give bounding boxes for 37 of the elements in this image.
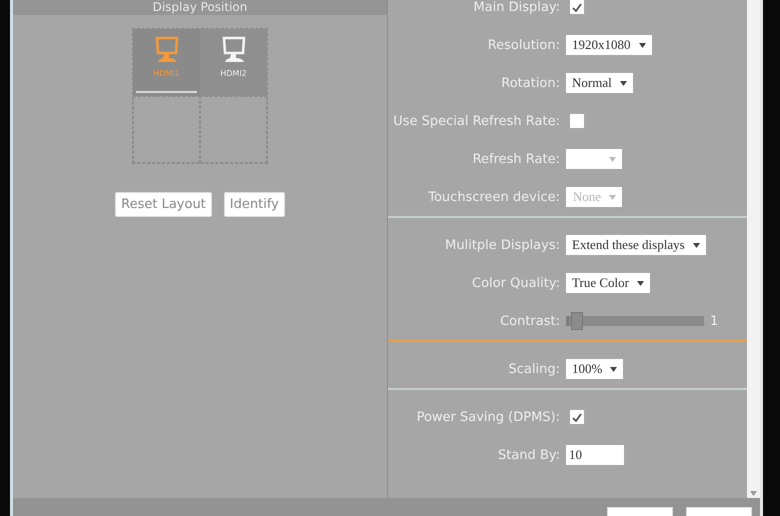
caret-icon	[609, 156, 616, 162]
setting-label: Refresh Rate:	[472, 152, 561, 166]
dropdown[interactable]: Extend these displays	[566, 235, 706, 255]
setting-label: Color Quality:	[471, 276, 561, 290]
dropdown[interactable]: Normal	[566, 73, 633, 93]
caret-icon	[638, 42, 646, 48]
setting-label: Contrast:	[499, 314, 561, 328]
blank-button[interactable]	[686, 507, 752, 516]
dropdown[interactable]: 1920x1080	[566, 35, 652, 55]
setting-label: Stand By:	[497, 448, 561, 462]
dropdown[interactable]: 100%	[566, 359, 624, 379]
setting-label: Resolution:	[486, 38, 561, 52]
setting-label: Touchscreen device:	[427, 190, 561, 204]
blank-button[interactable]	[607, 507, 673, 516]
setting-label: Mulitple Displays:	[444, 238, 561, 252]
caret-icon	[620, 80, 627, 86]
slider-value: 1	[710, 314, 718, 328]
caret-icon	[610, 366, 618, 372]
checkbox[interactable]	[570, 114, 584, 128]
setting-label: Rotation:	[500, 76, 561, 90]
setting-label: Main Display:	[472, 0, 561, 14]
checkbox[interactable]	[570, 410, 584, 424]
setting-label: Scaling:	[508, 362, 561, 376]
action-button[interactable]: Identify	[224, 192, 285, 217]
action-button[interactable]: Reset Layout	[115, 192, 212, 217]
caret-icon	[609, 194, 616, 200]
input-field[interactable]: 10	[566, 445, 624, 465]
setting-label: Use Special Refresh Rate:	[392, 114, 561, 128]
setting-label: Power Saving (DPMS):	[416, 410, 561, 424]
dropdown[interactable]: True Color	[566, 273, 650, 293]
panel-title: Display Position	[152, 0, 248, 15]
slider-thumb[interactable]	[571, 312, 584, 330]
caret-icon	[636, 280, 644, 286]
caret-icon	[750, 491, 757, 496]
caret-icon	[692, 242, 700, 248]
scrollbar[interactable]	[747, 0, 760, 498]
checkbox[interactable]	[570, 0, 584, 14]
